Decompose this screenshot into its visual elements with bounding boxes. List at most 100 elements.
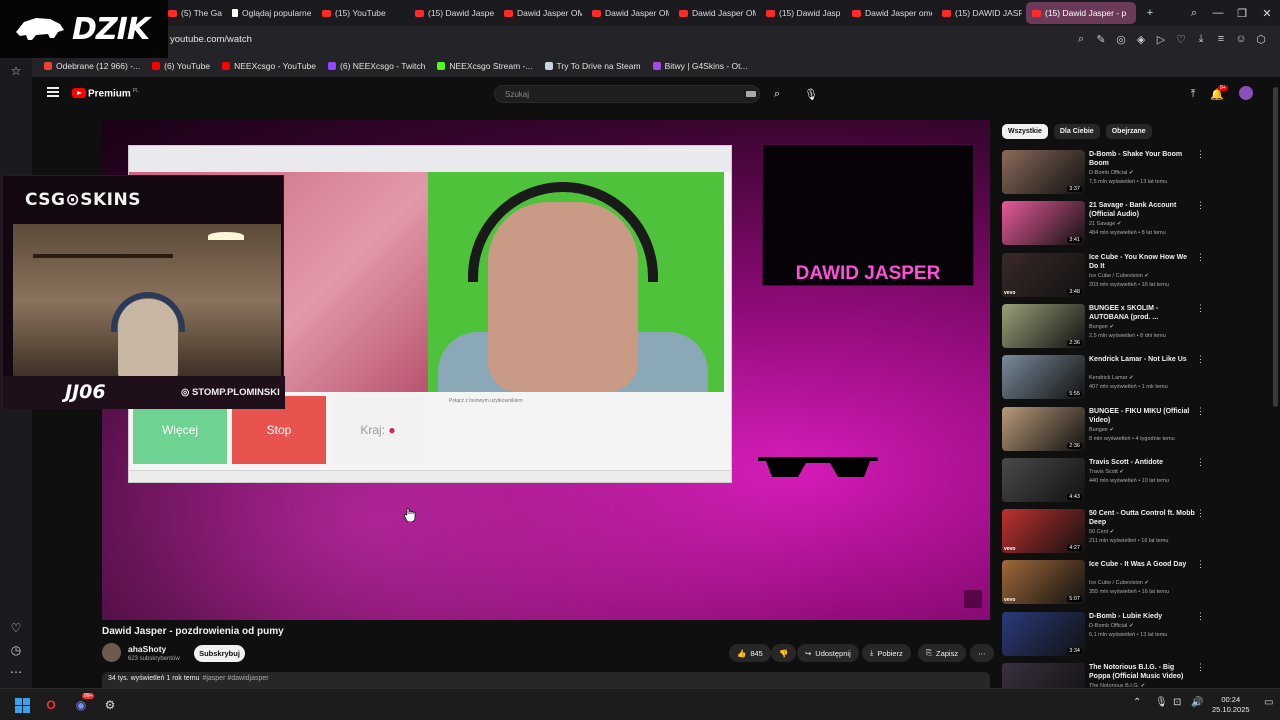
- opera-icon[interactable]: O: [42, 696, 60, 714]
- video-thumbnail[interactable]: 4:43: [1002, 457, 1085, 502]
- browser-tab[interactable]: (15) Dawid Jasp: [760, 2, 842, 24]
- more-options-icon[interactable]: ⋮: [1196, 201, 1205, 210]
- maximize-button[interactable]: ❐: [1229, 0, 1255, 26]
- subscribe-button[interactable]: Subskrybuj: [194, 645, 245, 662]
- recommendation-title[interactable]: 21 Savage - Bank Account (Official Audio…: [1089, 201, 1197, 219]
- more-actions-button[interactable]: ⋯: [970, 644, 994, 662]
- recommendation-item[interactable]: 4:43 Travis Scott - Antidote Travis Scott …: [1002, 457, 1212, 504]
- recommendation-title[interactable]: BUNGEE x SKOLIM - AUTOBANA (prod. ...: [1089, 304, 1197, 322]
- network-icon[interactable]: ⊡: [1173, 697, 1181, 708]
- browser-tab[interactable]: (15) YouTube: [316, 2, 404, 24]
- search-icon[interactable]: ⌕: [1074, 32, 1088, 46]
- url-field[interactable]: youtube.com/watch: [170, 34, 252, 45]
- recommendation-channel[interactable]: D-Bomb Official ✔: [1089, 623, 1134, 629]
- recommendation-item[interactable]: 4:27 vevo 50 Cent - Outta Control ft. Mobb…: [1002, 509, 1212, 555]
- heart-icon[interactable]: ♡: [1174, 32, 1188, 46]
- recommendation-title[interactable]: Ice Cube - It Was A Good Day: [1089, 560, 1197, 569]
- channel-avatar[interactable]: [102, 643, 121, 662]
- more-options-icon[interactable]: ⋮: [1196, 355, 1205, 364]
- browser-tab[interactable]: (15) Dawid Jasper (: [409, 2, 494, 24]
- bookmark-item[interactable]: NEEXcsgo - YouTube: [222, 61, 316, 71]
- share-button[interactable]: ↪ Udostępnij: [797, 644, 859, 662]
- video-thumbnail[interactable]: 5:55: [1002, 355, 1085, 400]
- video-thumbnail[interactable]: 3:37: [1002, 150, 1085, 194]
- video-thumbnail[interactable]: 2:36: [1002, 406, 1085, 451]
- minimize-button[interactable]: —: [1205, 0, 1231, 26]
- browser-tab[interactable]: Oglądaj popularne: [226, 2, 312, 24]
- search-tabs-icon[interactable]: ⌕: [1181, 0, 1207, 26]
- steam-icon[interactable]: ⚙: [101, 696, 119, 714]
- recommendation-title[interactable]: BUNGEE - FIKU MIKU (Official Video): [1089, 407, 1197, 425]
- recommendation-title[interactable]: The Notorious B.I.G. - Big Poppa (Offici…: [1089, 663, 1197, 681]
- recommendation-item[interactable]: 3:41 21 Savage - Bank Account (Official A…: [1002, 201, 1212, 247]
- recommendation-item[interactable]: 2:36 BUNGEE x SKOLIM - AUTOBANA (prod. ..…: [1002, 303, 1212, 350]
- upload-icon[interactable]: ⤒: [1185, 86, 1201, 102]
- play-icon[interactable]: ▷: [1154, 32, 1168, 46]
- like-button[interactable]: 👍 845: [729, 644, 771, 662]
- recommendation-item[interactable]: 3:37 D-Bomb - Shake Your Boom Boom D-Bomb …: [1002, 150, 1212, 196]
- download-icon[interactable]: ⤓: [1194, 32, 1208, 46]
- recommendation-channel[interactable]: Bungee ✔: [1089, 324, 1114, 330]
- recommendation-title[interactable]: Kendrick Lamar - Not Like Us: [1089, 355, 1197, 364]
- recommendation-item[interactable]: 5:07 vevo Ice Cube - It Was A Good Day Ice …: [1002, 560, 1212, 606]
- more-options-icon[interactable]: ⋮: [1196, 252, 1205, 262]
- search-input[interactable]: Szukaj: [494, 85, 760, 103]
- recommendation-item[interactable]: 5:55 Kendrick Lamar - Not Like Us Kendrick…: [1002, 355, 1212, 401]
- browser-tab[interactable]: (5) The Game: [162, 2, 222, 24]
- recommendation-channel[interactable]: 50 Cent ✔: [1089, 529, 1114, 535]
- youtube-logo-icon[interactable]: [72, 88, 86, 98]
- microphone-icon[interactable]: 🎙: [1155, 697, 1168, 708]
- search-icon[interactable]: ⌕: [769, 86, 785, 102]
- video-thumbnail[interactable]: vevo: [1002, 663, 1085, 688]
- extension-icon[interactable]: ⬡: [1254, 32, 1268, 46]
- edit-icon[interactable]: ✎: [1094, 32, 1108, 46]
- heart-icon[interactable]: ♡: [8, 620, 24, 636]
- video-thumbnail[interactable]: 3:48 vevo: [1002, 252, 1085, 297]
- star-icon[interactable]: ☆: [8, 63, 24, 79]
- bookmark-item[interactable]: Odebrane (12 966) -...: [44, 61, 140, 71]
- filter-chip[interactable]: Obejrzane: [1105, 124, 1152, 139]
- camera-icon[interactable]: ◎: [1114, 32, 1128, 46]
- recommendation-channel[interactable]: Ice Cube / Cubevision ✔: [1089, 580, 1149, 586]
- video-thumbnail[interactable]: 3:41: [1002, 201, 1085, 246]
- new-tab-button[interactable]: +: [1140, 0, 1160, 26]
- notifications-icon[interactable]: ▭: [1264, 697, 1273, 708]
- browser-tab[interactable]: (15) DAWID JASPE: [936, 2, 1022, 24]
- more-options-icon[interactable]: ⋮: [1196, 560, 1205, 569]
- recommendation-title[interactable]: 50 Cent - Outta Control ft. Mobb Deep: [1089, 509, 1197, 527]
- close-button[interactable]: ✕: [1254, 0, 1280, 26]
- video-thumbnail[interactable]: 2:36: [1002, 303, 1085, 348]
- recommendation-channel[interactable]: Ice Cube / Cubevision ✔: [1089, 273, 1149, 279]
- dislike-button[interactable]: 👎: [771, 644, 797, 662]
- save-button[interactable]: ⎘ Zapisz: [918, 644, 967, 662]
- more-options-icon[interactable]: ⋮: [1196, 303, 1205, 313]
- recommendation-item[interactable]: vevoThe Notorious B.I.G. - Big Poppa (Of…: [1002, 663, 1212, 688]
- recommendation-channel[interactable]: Bungee ✔: [1089, 427, 1114, 433]
- video-thumbnail[interactable]: 4:27 vevo: [1002, 509, 1085, 554]
- recommendation-item[interactable]: 3:34 D-Bomb - Lubie Kiedy D-Bomb Official …: [1002, 611, 1212, 658]
- filter-chip[interactable]: Dla Ciebie: [1053, 124, 1100, 139]
- microphone-icon[interactable]: 🎙: [803, 86, 819, 102]
- more-options-icon[interactable]: ⋮: [1196, 406, 1205, 416]
- menu-icon[interactable]: ≡: [1214, 32, 1228, 46]
- browser-tab[interactable]: (15) Dawid Jasper - p: [1026, 2, 1136, 24]
- bookmark-item[interactable]: (6) YouTube: [152, 61, 210, 71]
- recommendation-title[interactable]: D-Bomb - Lubie Kiedy: [1089, 612, 1197, 621]
- recommendation-item[interactable]: 2:36 BUNGEE - FIKU MIKU (Official Video) B…: [1002, 406, 1212, 453]
- download-button[interactable]: ⤓ Pobierz: [862, 644, 911, 662]
- recommendation-channel[interactable]: 21 Savage ✔: [1089, 221, 1121, 227]
- profile-icon[interactable]: ☺: [1234, 32, 1248, 46]
- windows-start-icon[interactable]: [13, 696, 31, 714]
- bookmark-item[interactable]: (6) NEEXcsgo - Twitch: [328, 61, 425, 71]
- recommendation-channel[interactable]: D-Bomb Official ✔: [1089, 170, 1134, 176]
- browser-tab[interactable]: Dawid Jasper OME: [498, 2, 582, 24]
- more-icon[interactable]: ⋯: [8, 664, 24, 680]
- player-corner-icon[interactable]: [964, 590, 982, 608]
- description-box[interactable]: 34 tys. wyświetleń 1 rok temu #jasper #da…: [102, 672, 990, 688]
- menu-icon[interactable]: [47, 87, 59, 97]
- recommendation-title[interactable]: Ice Cube - You Know How We Do It: [1089, 253, 1197, 271]
- volume-icon[interactable]: 🔊: [1191, 697, 1203, 708]
- recommendation-title[interactable]: D-Bomb - Shake Your Boom Boom: [1089, 150, 1197, 168]
- more-options-icon[interactable]: ⋮: [1196, 509, 1205, 518]
- bookmark-item[interactable]: Bitwy | G4Skins - Ot...: [652, 61, 748, 71]
